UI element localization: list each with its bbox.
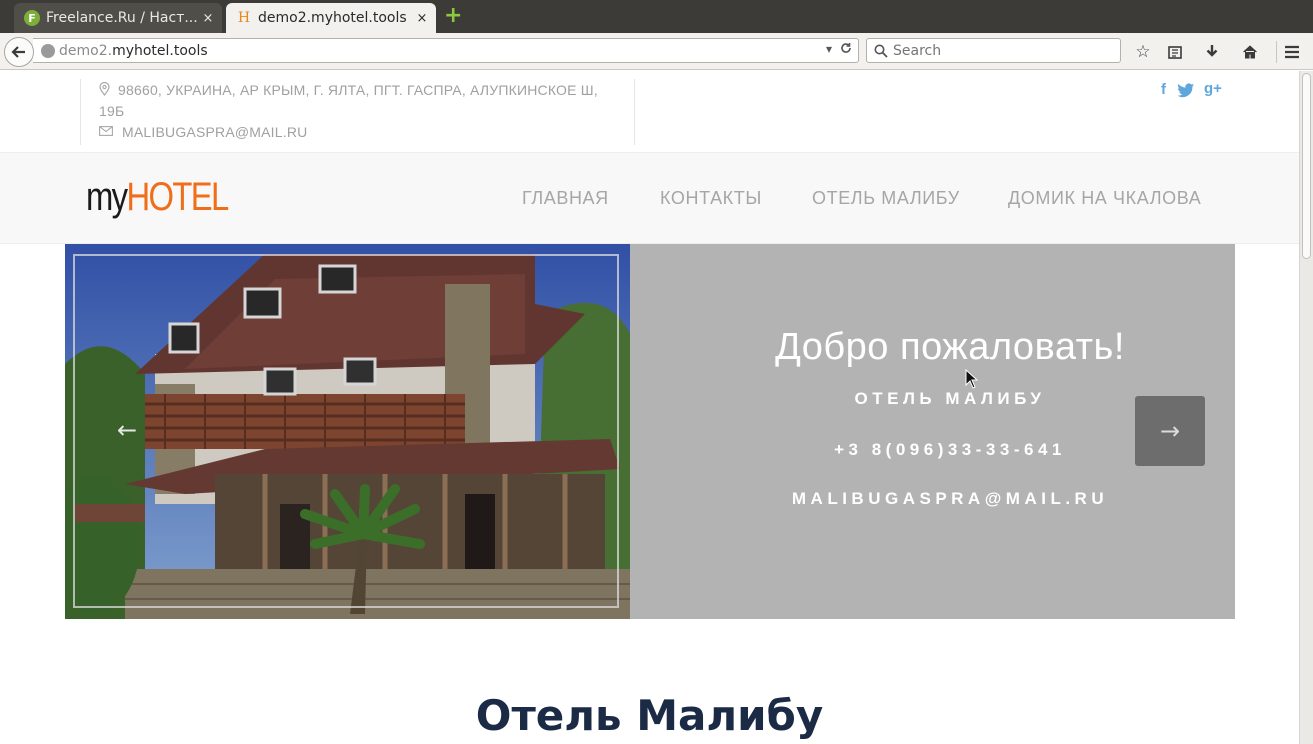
page-scrollbar[interactable] xyxy=(1299,71,1313,744)
facebook-icon[interactable]: f xyxy=(1161,81,1166,98)
toolbar-separator xyxy=(1276,41,1277,63)
photo-frame xyxy=(73,254,619,608)
mouse-cursor-icon xyxy=(965,369,979,389)
slider-prev-arrow-icon[interactable]: ← xyxy=(117,416,137,444)
tab-myhotel[interactable]: H demo2.myhotel.tools × xyxy=(226,3,436,33)
arrow-right-icon: → xyxy=(1159,417,1181,445)
google-plus-icon[interactable]: g+ xyxy=(1204,80,1222,97)
nav-item-contacts[interactable]: КОНТАКТЫ xyxy=(660,188,762,209)
search-bar[interactable] xyxy=(866,38,1121,63)
address-line-2: 19Б xyxy=(99,103,125,119)
close-tab-icon[interactable]: × xyxy=(198,11,218,26)
section-title: Отель Малибу xyxy=(475,691,824,740)
slide-welcome-heading: Добро пожаловать! xyxy=(775,326,1125,368)
dropdown-arrow-icon[interactable]: ▾ xyxy=(826,42,832,57)
tab-title: Freelance.Ru / Наст... xyxy=(46,10,198,26)
globe-icon xyxy=(41,43,55,58)
back-arrow-icon xyxy=(11,46,25,58)
browser-nav-bar: demo2.myhotel.tools ▾ ☆ xyxy=(0,33,1313,70)
page-viewport: 98660, УКРАИНА, АР КРЫМ, Г. ЯЛТА, ПГТ. Г… xyxy=(0,71,1299,744)
site-logo[interactable]: myHOTEL xyxy=(86,175,229,220)
map-pin-icon xyxy=(99,82,110,96)
home-icon[interactable] xyxy=(1239,41,1261,63)
site-header: myHOTEL ГЛАВНАЯ КОНТАКТЫ ОТЕЛЬ МАЛИБУ ДО… xyxy=(0,153,1299,244)
browser-tab-bar: F Freelance.Ru / Наст... × H demo2.myhot… xyxy=(0,0,1313,33)
slider-next-button[interactable]: → xyxy=(1135,396,1205,466)
close-tab-icon[interactable]: × xyxy=(412,11,432,26)
nav-item-chkalova-house[interactable]: ДОМИК НА ЧКАЛОВА xyxy=(1008,188,1201,209)
twitter-icon[interactable] xyxy=(1177,83,1195,98)
url-bar[interactable]: demo2.myhotel.tools ▾ xyxy=(33,38,859,63)
address-line-1: 98660, УКРАИНА, АР КРЫМ, Г. ЯЛТА, ПГТ. Г… xyxy=(118,82,598,98)
top-info-bar: 98660, УКРАИНА, АР КРЫМ, Г. ЯЛТА, ПГТ. Г… xyxy=(0,71,1299,153)
reading-list-icon[interactable] xyxy=(1164,41,1186,63)
tab-title: demo2.myhotel.tools xyxy=(258,10,407,26)
myhotel-favicon-icon: H xyxy=(237,10,251,26)
hero-slider: ← Добро пожаловать! ОТЕЛЬ МАЛИБУ +3 8(09… xyxy=(65,244,1235,619)
contact-email[interactable]: MALIBUGASPRA@MAIL.RU xyxy=(122,122,307,143)
search-icon xyxy=(874,44,888,58)
downloads-icon[interactable] xyxy=(1201,41,1223,63)
search-input[interactable] xyxy=(893,42,1113,59)
url-text: demo2.myhotel.tools xyxy=(59,42,208,59)
tab-freelance[interactable]: F Freelance.Ru / Наст... × xyxy=(14,3,222,33)
slide-email: MALIBUGASPRA@MAIL.RU xyxy=(791,489,1109,508)
hotel-photo: ← xyxy=(65,244,630,619)
freelance-favicon-icon: F xyxy=(24,10,40,26)
menu-hamburger-icon[interactable] xyxy=(1281,41,1303,63)
contact-info-box: 98660, УКРАИНА, АР КРЫМ, Г. ЯЛТА, ПГТ. Г… xyxy=(80,79,635,145)
scrollbar-thumb[interactable] xyxy=(1302,73,1311,259)
mail-icon xyxy=(99,126,113,136)
new-tab-icon[interactable]: + xyxy=(444,5,464,27)
bookmark-star-icon[interactable]: ☆ xyxy=(1132,41,1154,63)
nav-item-home[interactable]: ГЛАВНАЯ xyxy=(522,188,609,209)
nav-item-hotel-malibu[interactable]: ОТЕЛЬ МАЛИБУ xyxy=(812,188,960,209)
back-button[interactable] xyxy=(4,37,34,67)
reload-icon[interactable] xyxy=(840,42,852,57)
